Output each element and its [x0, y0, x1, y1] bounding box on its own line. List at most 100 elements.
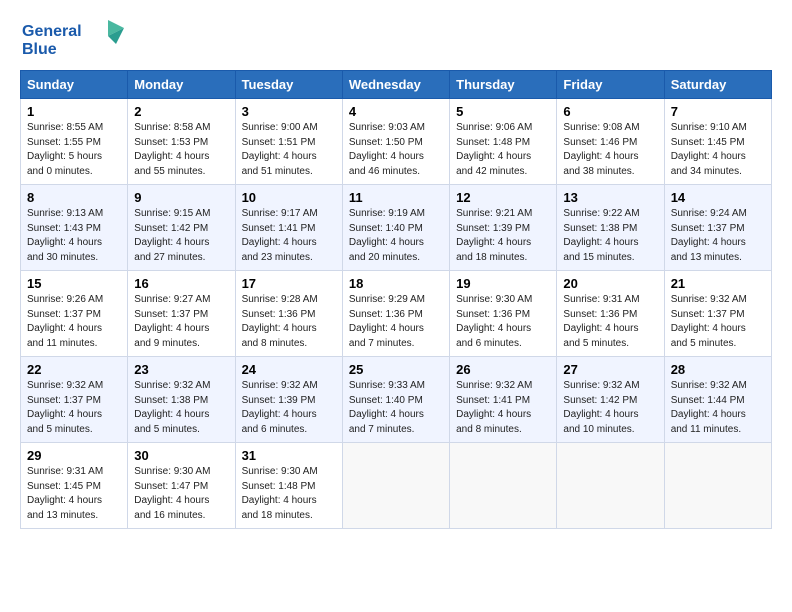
day-info: Sunrise: 9:13 AMSunset: 1:43 PMDaylight:… — [27, 207, 121, 265]
day-number: 8 — [27, 190, 121, 205]
day-info: Sunrise: 9:32 AMSunset: 1:39 PMDaylight:… — [242, 379, 336, 437]
day-number: 27 — [563, 362, 657, 377]
day-info: Sunrise: 9:10 AMSunset: 1:45 PMDaylight:… — [671, 121, 765, 179]
day-info: Sunrise: 9:17 AMSunset: 1:41 PMDaylight:… — [242, 207, 336, 265]
day-number: 5 — [456, 104, 550, 119]
day-info: Sunrise: 9:21 AMSunset: 1:39 PMDaylight:… — [456, 207, 550, 265]
day-number: 29 — [27, 448, 121, 463]
calendar-cell: 10 Sunrise: 9:17 AMSunset: 1:41 PMDayligh… — [235, 185, 342, 271]
day-number: 12 — [456, 190, 550, 205]
day-number: 7 — [671, 104, 765, 119]
day-number: 21 — [671, 276, 765, 291]
calendar-cell: 15Sunrise: 9:26 AMSunset: 1:37 PMDayligh… — [21, 271, 128, 357]
calendar-cell: 24 Sunrise: 9:32 AMSunset: 1:39 PMDayligh… — [235, 357, 342, 443]
calendar-cell — [664, 443, 771, 529]
calendar-week-1: 1 Sunrise: 8:55 AMSunset: 1:55 PMDaylight… — [21, 99, 772, 185]
calendar-cell: 16 Sunrise: 9:27 AMSunset: 1:37 PMDayligh… — [128, 271, 235, 357]
calendar-cell: 28Sunrise: 9:32 AMSunset: 1:44 PMDayligh… — [664, 357, 771, 443]
calendar-cell: 30 Sunrise: 9:30 AMSunset: 1:47 PMDayligh… — [128, 443, 235, 529]
calendar-cell: 17 Sunrise: 9:28 AMSunset: 1:36 PMDayligh… — [235, 271, 342, 357]
day-info: Sunrise: 8:55 AMSunset: 1:55 PMDaylight:… — [27, 121, 121, 179]
day-number: 22 — [27, 362, 121, 377]
calendar-cell: 4 Sunrise: 9:03 AMSunset: 1:50 PMDaylight… — [342, 99, 449, 185]
day-number: 26 — [456, 362, 550, 377]
calendar-cell — [557, 443, 664, 529]
day-info: Sunrise: 9:22 AMSunset: 1:38 PMDaylight:… — [563, 207, 657, 265]
calendar-cell: 13Sunrise: 9:22 AMSunset: 1:38 PMDayligh… — [557, 185, 664, 271]
day-info: Sunrise: 9:32 AMSunset: 1:37 PMDaylight:… — [671, 293, 765, 351]
day-info: Sunrise: 9:30 AMSunset: 1:47 PMDaylight:… — [134, 465, 228, 523]
calendar-cell: 26Sunrise: 9:32 AMSunset: 1:41 PMDayligh… — [450, 357, 557, 443]
logo-svg: General Blue — [20, 16, 130, 60]
day-info: Sunrise: 9:32 AMSunset: 1:44 PMDaylight:… — [671, 379, 765, 437]
calendar-cell: 25 Sunrise: 9:33 AMSunset: 1:40 PMDayligh… — [342, 357, 449, 443]
day-info: Sunrise: 9:31 AMSunset: 1:36 PMDaylight:… — [563, 293, 657, 351]
header-day-thursday: Thursday — [450, 71, 557, 99]
day-info: Sunrise: 9:28 AMSunset: 1:36 PMDaylight:… — [242, 293, 336, 351]
day-info: Sunrise: 9:32 AMSunset: 1:37 PMDaylight:… — [27, 379, 121, 437]
day-info: Sunrise: 9:30 AMSunset: 1:36 PMDaylight:… — [456, 293, 550, 351]
day-info: Sunrise: 9:00 AMSunset: 1:51 PMDaylight:… — [242, 121, 336, 179]
calendar-cell: 18 Sunrise: 9:29 AMSunset: 1:36 PMDayligh… — [342, 271, 449, 357]
svg-text:General: General — [22, 23, 82, 40]
day-number: 31 — [242, 448, 336, 463]
header-day-saturday: Saturday — [664, 71, 771, 99]
day-info: Sunrise: 9:15 AMSunset: 1:42 PMDaylight:… — [134, 207, 228, 265]
calendar-cell: 9 Sunrise: 9:15 AMSunset: 1:42 PMDaylight… — [128, 185, 235, 271]
day-number: 23 — [134, 362, 228, 377]
day-info: Sunrise: 9:06 AMSunset: 1:48 PMDaylight:… — [456, 121, 550, 179]
day-number: 9 — [134, 190, 228, 205]
calendar-week-2: 8 Sunrise: 9:13 AMSunset: 1:43 PMDaylight… — [21, 185, 772, 271]
calendar-cell: 12 Sunrise: 9:21 AMSunset: 1:39 PMDayligh… — [450, 185, 557, 271]
day-number: 4 — [349, 104, 443, 119]
calendar-cell: 19Sunrise: 9:30 AMSunset: 1:36 PMDayligh… — [450, 271, 557, 357]
header-day-wednesday: Wednesday — [342, 71, 449, 99]
calendar-cell: 23 Sunrise: 9:32 AMSunset: 1:38 PMDayligh… — [128, 357, 235, 443]
day-number: 2 — [134, 104, 228, 119]
day-info: Sunrise: 9:32 AMSunset: 1:38 PMDaylight:… — [134, 379, 228, 437]
calendar-week-3: 15Sunrise: 9:26 AMSunset: 1:37 PMDayligh… — [21, 271, 772, 357]
day-info: Sunrise: 9:08 AMSunset: 1:46 PMDaylight:… — [563, 121, 657, 179]
day-number: 24 — [242, 362, 336, 377]
calendar-header: SundayMondayTuesdayWednesdayThursdayFrid… — [21, 71, 772, 99]
calendar-cell: 20 Sunrise: 9:31 AMSunset: 1:36 PMDayligh… — [557, 271, 664, 357]
day-number: 15 — [27, 276, 121, 291]
calendar-cell: 27Sunrise: 9:32 AMSunset: 1:42 PMDayligh… — [557, 357, 664, 443]
day-info: Sunrise: 9:31 AMSunset: 1:45 PMDaylight:… — [27, 465, 121, 523]
day-info: Sunrise: 9:19 AMSunset: 1:40 PMDaylight:… — [349, 207, 443, 265]
day-number: 20 — [563, 276, 657, 291]
calendar-cell: 21 Sunrise: 9:32 AMSunset: 1:37 PMDayligh… — [664, 271, 771, 357]
calendar-cell — [342, 443, 449, 529]
day-info: Sunrise: 9:27 AMSunset: 1:37 PMDaylight:… — [134, 293, 228, 351]
calendar-cell: 29 Sunrise: 9:31 AMSunset: 1:45 PMDayligh… — [21, 443, 128, 529]
day-number: 1 — [27, 104, 121, 119]
day-number: 11 — [349, 190, 443, 205]
calendar-cell: 2 Sunrise: 8:58 AMSunset: 1:53 PMDaylight… — [128, 99, 235, 185]
day-info: Sunrise: 9:29 AMSunset: 1:36 PMDaylight:… — [349, 293, 443, 351]
day-info: Sunrise: 8:58 AMSunset: 1:53 PMDaylight:… — [134, 121, 228, 179]
calendar-cell: 3Sunrise: 9:00 AMSunset: 1:51 PMDaylight… — [235, 99, 342, 185]
logo: General Blue — [20, 16, 130, 60]
day-number: 25 — [349, 362, 443, 377]
calendar-table: SundayMondayTuesdayWednesdayThursdayFrid… — [20, 70, 772, 529]
header-row: SundayMondayTuesdayWednesdayThursdayFrid… — [21, 71, 772, 99]
day-info: Sunrise: 9:33 AMSunset: 1:40 PMDaylight:… — [349, 379, 443, 437]
header-day-sunday: Sunday — [21, 71, 128, 99]
page-header: General Blue — [20, 16, 772, 60]
day-info: Sunrise: 9:03 AMSunset: 1:50 PMDaylight:… — [349, 121, 443, 179]
day-number: 14 — [671, 190, 765, 205]
calendar-cell: 7 Sunrise: 9:10 AMSunset: 1:45 PMDaylight… — [664, 99, 771, 185]
day-number: 10 — [242, 190, 336, 205]
day-number: 16 — [134, 276, 228, 291]
calendar-cell: 31 Sunrise: 9:30 AMSunset: 1:48 PMDayligh… — [235, 443, 342, 529]
header-day-tuesday: Tuesday — [235, 71, 342, 99]
day-number: 30 — [134, 448, 228, 463]
calendar-cell: 22 Sunrise: 9:32 AMSunset: 1:37 PMDayligh… — [21, 357, 128, 443]
day-number: 18 — [349, 276, 443, 291]
day-info: Sunrise: 9:30 AMSunset: 1:48 PMDaylight:… — [242, 465, 336, 523]
calendar-cell — [450, 443, 557, 529]
header-day-friday: Friday — [557, 71, 664, 99]
svg-text:Blue: Blue — [22, 41, 57, 58]
day-number: 17 — [242, 276, 336, 291]
day-number: 6 — [563, 104, 657, 119]
